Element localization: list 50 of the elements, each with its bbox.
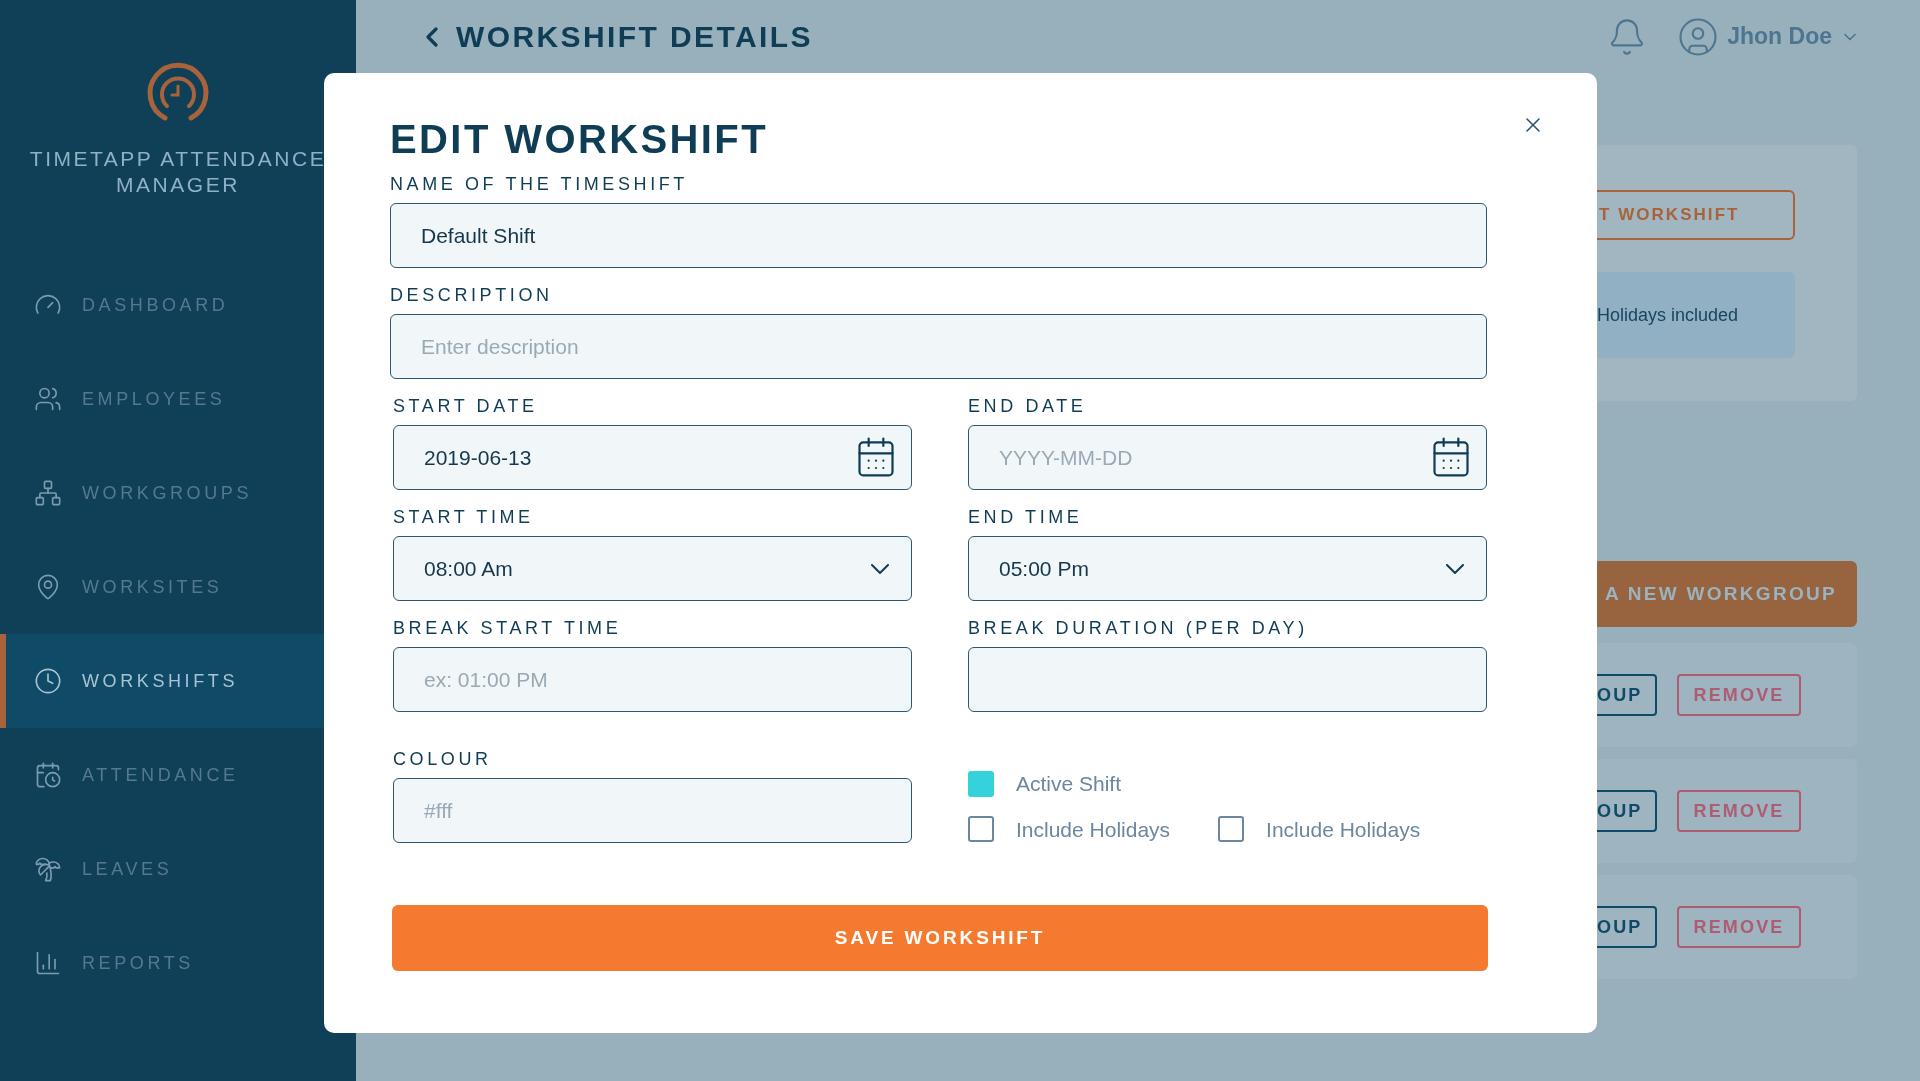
group-icon — [34, 479, 62, 507]
field-label: END DATE — [968, 395, 1088, 417]
app-title: TIMETAPP ATTENDANCE MANAGER — [28, 146, 328, 198]
field-label: END TIME — [968, 506, 1084, 528]
nav-item[interactable]: ATTENDANCE — [0, 728, 356, 822]
page-title: WORKSHIFT DETAILS — [456, 19, 813, 55]
remove-button[interactable]: REMOVE — [1677, 906, 1801, 948]
nav-item[interactable]: DASHBOARD — [0, 258, 356, 352]
nav-item[interactable]: WORKGROUPS — [0, 446, 356, 540]
checkbox[interactable] — [968, 770, 994, 797]
start-date-input[interactable]: 2019-06-13 — [393, 425, 912, 490]
remove-button[interactable]: REMOVE — [1677, 674, 1801, 716]
field-label: BREAK DURATION (PER DAY) — [968, 617, 1309, 639]
field-label: BREAK START TIME — [393, 617, 623, 639]
modal-title: EDIT WORKSHIFT — [390, 116, 769, 163]
nav-item[interactable]: EMPLOYEES — [0, 352, 356, 446]
chevron-icon — [871, 563, 889, 574]
checkbox-label: Include Holidays — [1266, 816, 1421, 843]
field-label: DESCRIPTION — [390, 284, 554, 306]
remove-button[interactable]: REMOVE — [1677, 790, 1801, 832]
add-workgroup-button[interactable]: A NEW WORKGROUP — [1597, 561, 1857, 627]
checkbox-label: Include Holidays — [1016, 816, 1171, 843]
break-duration-input[interactable] — [968, 647, 1487, 712]
checkbox-label: Active Shift — [1016, 771, 1122, 797]
nav-item[interactable]: REPORTS — [0, 916, 356, 1010]
nav-item[interactable]: WORKSITES — [0, 540, 356, 634]
palm-tree-icon — [34, 855, 62, 883]
description-input[interactable]: Enter description — [390, 314, 1487, 379]
field-label: START TIME — [393, 506, 535, 528]
end-time-select[interactable]: 05:00 Pm — [968, 536, 1487, 601]
people-icon — [34, 385, 62, 413]
save-workshift-button[interactable]: SAVE WORKSHIFT — [392, 905, 1488, 971]
clock-icon — [34, 667, 62, 695]
info-text: Holidays included — [1597, 303, 1739, 327]
checkbox[interactable] — [968, 816, 994, 843]
user-avatar-icon — [1677, 15, 1720, 58]
end-date-input[interactable]: YYYY-MM-DD — [968, 425, 1487, 490]
field-label: START DATE — [393, 395, 539, 417]
field-label: COLOUR — [393, 748, 493, 770]
calendar-clock-icon — [34, 761, 62, 789]
user-name[interactable]: Jhon Doe — [1727, 19, 1832, 54]
break-start-input[interactable]: ex: 01:00 PM — [393, 647, 912, 712]
start-time-select[interactable]: 08:00 Am — [393, 536, 912, 601]
bar-chart-icon — [34, 949, 62, 977]
colour-input[interactable]: #fff — [393, 778, 912, 843]
chevron-icon — [1446, 563, 1464, 574]
checkbox[interactable] — [1218, 816, 1245, 843]
nav-item[interactable]: LEAVES — [0, 822, 356, 916]
field-label: NAME OF THE TIMESHIFT — [390, 173, 689, 195]
name-input[interactable]: Default Shift — [390, 203, 1487, 268]
